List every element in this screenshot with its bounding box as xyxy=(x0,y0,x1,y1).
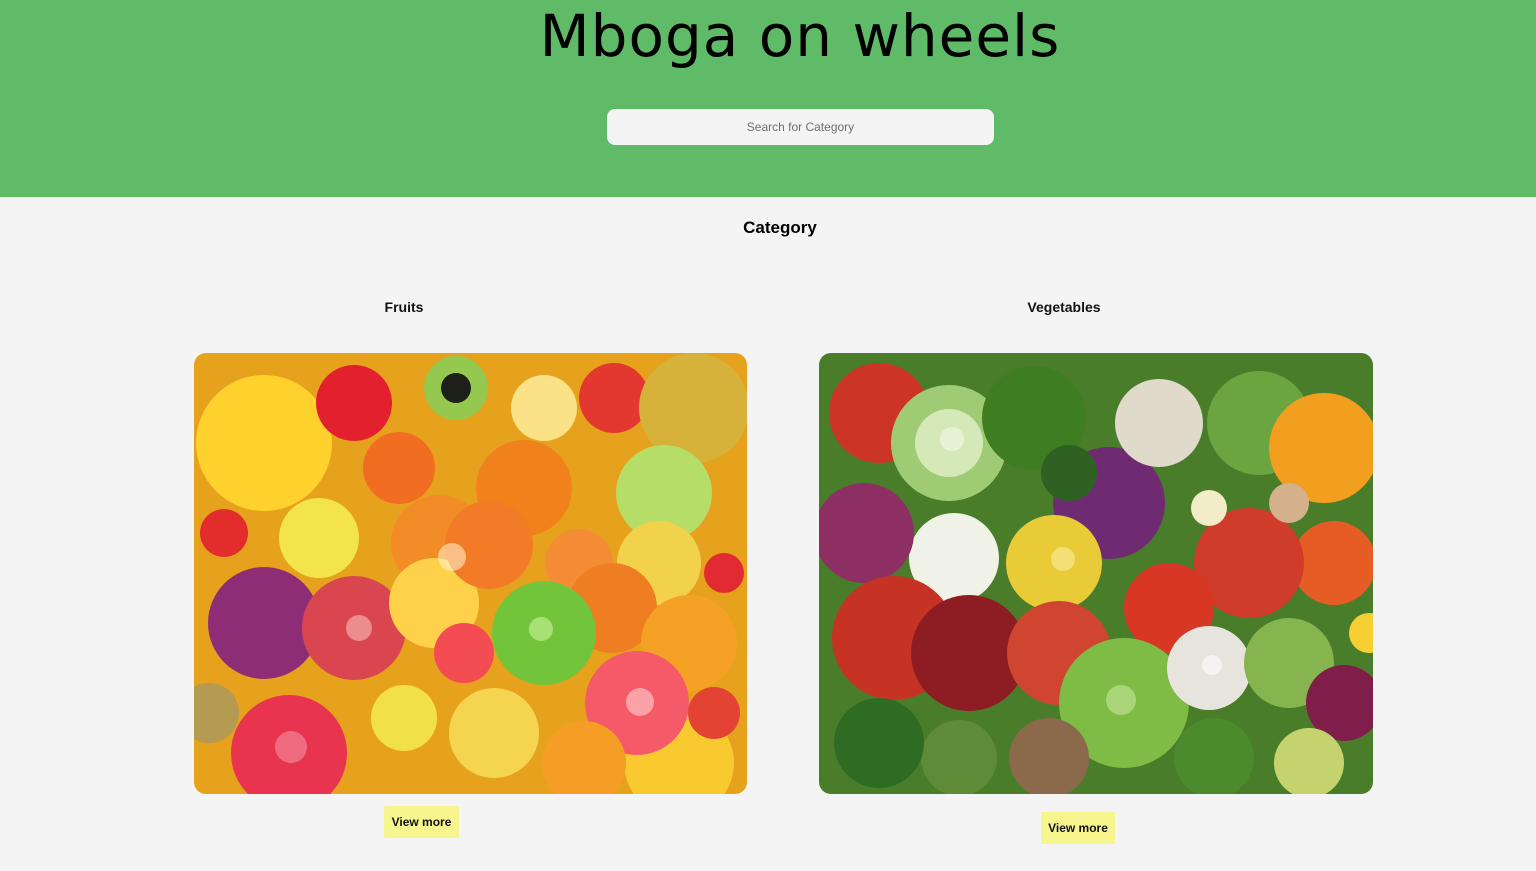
section-title: Category xyxy=(743,218,817,237)
vegetables-image xyxy=(819,353,1373,794)
category-label-fruits: Fruits xyxy=(384,299,424,315)
fruits-image xyxy=(194,353,747,794)
site-title: Mboga on wheels xyxy=(539,2,1061,70)
view-more-vegetables-button[interactable]: View more xyxy=(1041,812,1115,844)
view-more-fruits-button[interactable]: View more xyxy=(384,806,459,838)
category-label-vegetables: Vegetables xyxy=(1027,299,1101,315)
search-input[interactable] xyxy=(607,109,994,145)
hero-header: Mboga on wheels xyxy=(0,0,1536,197)
